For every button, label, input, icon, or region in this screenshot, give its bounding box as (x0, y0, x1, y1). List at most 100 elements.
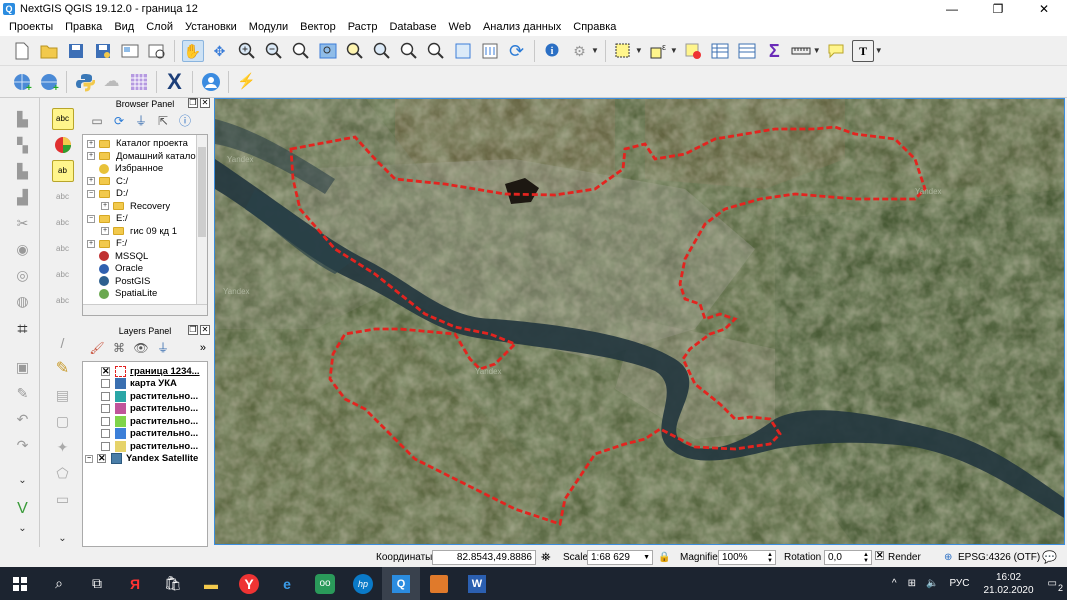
browser-item[interactable]: SpatiaLite (87, 287, 157, 300)
merge-icon[interactable]: ◉ (12, 238, 34, 260)
add-vertex-icon[interactable]: V (12, 498, 34, 520)
draw-tool-icon[interactable]: / (52, 332, 74, 354)
crs-status[interactable]: EPSG:4326 (OTF) (958, 552, 1040, 563)
save-edits-icon[interactable]: ▤ (52, 384, 74, 406)
yandex-icon[interactable]: Y (230, 567, 268, 600)
snap-grid-icon[interactable]: ⌗ (12, 318, 34, 340)
new-map-view-icon[interactable] (452, 40, 474, 62)
measure-line-icon[interactable] (790, 40, 812, 62)
layer-visibility-checkbox[interactable] (101, 391, 110, 401)
more-layers-tools[interactable]: » (200, 342, 206, 354)
input-language[interactable]: РУС (949, 578, 969, 589)
brush-icon[interactable]: ✎ (12, 382, 34, 404)
expand-toggle-icon[interactable]: + (87, 139, 95, 148)
layer-item[interactable]: растительно... (101, 390, 225, 403)
layer-list[interactable]: ✕ граница 1234... карта УКА растительно... р… (82, 361, 208, 547)
menu-projects[interactable]: Проекты (3, 21, 59, 33)
browser-item[interactable]: − E:/ (87, 212, 128, 225)
float-layers-button[interactable]: ❐ (188, 325, 198, 335)
expand-toggle-icon[interactable]: + (101, 202, 109, 210)
filter-legend-icon[interactable]: ⏚ (154, 339, 172, 357)
search-icon[interactable]: ⌕ (40, 567, 78, 600)
comment-icon[interactable]: ▢ (52, 410, 74, 432)
layer-item[interactable]: растительно... (101, 415, 225, 428)
zoom-to-selection-icon[interactable] (344, 40, 366, 62)
move-label-icon[interactable]: abc (52, 238, 74, 260)
redo-icon[interactable]: ↷ (12, 434, 34, 456)
deselect-all-icon[interactable] (682, 40, 704, 62)
text-annotation-icon[interactable]: T (852, 39, 875, 62)
file-explorer-icon[interactable]: ▬ (192, 567, 230, 600)
edge-icon[interactable]: e (268, 567, 306, 600)
select-by-value-icon[interactable]: ε (647, 40, 669, 62)
new-print-layout-icon[interactable] (119, 40, 141, 62)
browser-item[interactable]: + Каталог проекта (87, 137, 188, 150)
browser-item[interactable]: Oracle (87, 262, 143, 275)
label-tool-icon[interactable]: abc (51, 108, 74, 130)
browser-item[interactable]: + Recovery (101, 200, 170, 213)
pan-map-icon[interactable]: ✋ (181, 39, 204, 62)
tripadvisor-icon[interactable]: oo (306, 567, 344, 600)
nextgis-x-icon[interactable]: X (164, 70, 186, 93)
save-project-icon[interactable] (65, 40, 87, 62)
browser-horizontal-scrollbar[interactable] (83, 304, 207, 315)
browser-item[interactable]: + Домашний каталог (87, 150, 199, 163)
rotate-label-icon[interactable]: abc (52, 264, 74, 286)
yandex-browser-icon[interactable]: Я (116, 567, 154, 600)
browser-item[interactable]: Избранное (87, 162, 163, 175)
lock-scale-icon[interactable]: 🔒 (658, 552, 670, 563)
add-wfs-layer-icon[interactable]: + (38, 71, 60, 93)
add-wms-layer-icon[interactable]: + (11, 71, 33, 93)
menu-help[interactable]: Справка (567, 21, 622, 33)
style-layer-icon[interactable]: 🖌 (88, 339, 106, 357)
minimize-button[interactable]: — (929, 0, 975, 18)
topology-icon[interactable]: ▙ (12, 160, 34, 182)
open-project-icon[interactable] (38, 40, 60, 62)
pan-to-selection-icon[interactable]: ✥ (209, 40, 231, 62)
zoom-to-layer-icon[interactable] (371, 40, 393, 62)
close-layers-button[interactable]: ✕ (200, 325, 210, 335)
diagram-icon[interactable] (52, 134, 74, 156)
undo-icon[interactable]: ↶ (12, 408, 34, 430)
menu-vector[interactable]: Вектор (294, 21, 342, 33)
filter-icon[interactable]: ⏚ (132, 112, 150, 130)
layer-item[interactable]: − ✕ Yandex Satellite (85, 453, 209, 466)
layout-manager-icon[interactable] (146, 40, 168, 62)
refresh-browser-icon[interactable]: ⟳ (110, 112, 128, 130)
expand-toggle-icon[interactable]: + (87, 152, 95, 160)
layer-visibility-checkbox[interactable] (101, 441, 110, 451)
messages-icon[interactable]: 💬 (1042, 550, 1057, 564)
map-canvas[interactable]: Yandex Yandex Yandex Yandex (214, 98, 1065, 545)
browser-item[interactable]: − D:/ (87, 187, 128, 200)
expand-toggle-icon[interactable]: − (87, 214, 95, 223)
folder-app-icon[interactable] (420, 567, 458, 600)
zoom-last-icon[interactable] (398, 40, 420, 62)
save-as-icon[interactable] (92, 40, 114, 62)
scale-combobox[interactable]: 1:68 629 ▼ (587, 549, 653, 565)
magnifier-spinbox[interactable]: 100% ▲ ▼ (718, 549, 776, 565)
layer-item[interactable]: растительно... (101, 403, 225, 416)
more-tools-icon[interactable]: ⌄ (12, 470, 34, 492)
browser-item[interactable]: + F:/ (87, 237, 127, 250)
show-label-icon[interactable]: abc (52, 212, 74, 234)
menu-settings[interactable]: Установки (179, 21, 243, 33)
collapse-all-icon[interactable]: ⇱ (154, 112, 172, 130)
coordinates-field[interactable]: 82.8543,49.8886 (432, 549, 536, 565)
change-label-icon[interactable]: abc (52, 290, 74, 312)
notifications-icon[interactable]: ▭ 2 (1048, 578, 1063, 593)
maximize-button[interactable]: ❐ (975, 0, 1021, 18)
new-project-icon[interactable] (11, 40, 33, 62)
layer-item[interactable]: ✕ граница 1234... (101, 365, 225, 378)
browser-item[interactable]: + C:/ (87, 175, 128, 188)
feature-icon[interactable]: ▭ (52, 488, 74, 510)
browser-item[interactable]: PostGIS (87, 275, 150, 288)
layer-visibility-checkbox[interactable] (101, 429, 110, 439)
layer-item[interactable]: растительно... (101, 428, 225, 441)
layer-visibility-checkbox[interactable]: ✕ (97, 454, 106, 464)
layout-icon[interactable]: ▙ (12, 108, 34, 130)
browser-tree[interactable]: + Каталог проекта + Домашний каталог Избранн… (82, 134, 208, 316)
run-action-icon[interactable]: ⚙ (569, 40, 591, 62)
layer-item[interactable]: карта УКА (101, 378, 225, 391)
field-calculator-icon[interactable] (736, 40, 758, 62)
menu-raster[interactable]: Растр (342, 21, 384, 33)
